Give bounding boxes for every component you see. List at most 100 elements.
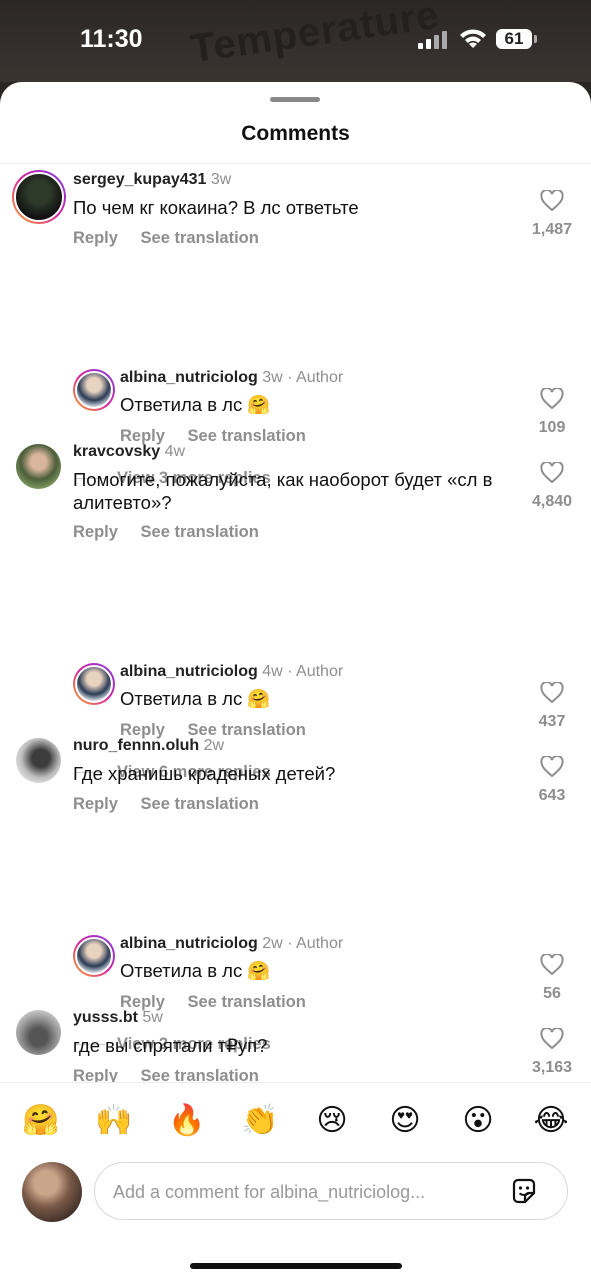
- like-button[interactable]: 3,163: [522, 1028, 582, 1077]
- heart-icon: [540, 756, 564, 778]
- comment-header: nuro_fennn.oluh 2w: [73, 737, 224, 755]
- comment-time: 4w: [164, 443, 186, 460]
- status-time: 11:30: [80, 25, 143, 53]
- reply-meta: 4w · Author: [262, 663, 344, 680]
- reply-meta: 2w · Author: [262, 935, 344, 952]
- like-button[interactable]: 109: [522, 388, 582, 437]
- see-translation-button[interactable]: See translation: [141, 523, 259, 541]
- like-count: 4,840: [531, 493, 573, 510]
- username[interactable]: albina_nutriciolog: [120, 369, 258, 386]
- reply-button[interactable]: Reply: [73, 795, 118, 813]
- avatar[interactable]: [16, 738, 61, 783]
- comment-actions: Reply See translation: [73, 229, 277, 248]
- reply-text-content: Ответила в лс: [120, 960, 243, 981]
- comment-text: Помогите, пожалуйста, как наоборот будет…: [73, 469, 493, 513]
- avatar[interactable]: [16, 1010, 61, 1055]
- like-count: 643: [538, 787, 566, 804]
- signal-icon: [418, 31, 450, 49]
- crying-face-emoji-button[interactable]: 😢: [314, 1103, 350, 1139]
- sheet-title: Comments: [241, 122, 350, 145]
- clapping-hands-emoji-button[interactable]: 👏: [241, 1103, 278, 1139]
- comment-time: 3w: [210, 171, 232, 188]
- comment-input[interactable]: [111, 1163, 495, 1221]
- reply-text-content: Ответила в лс: [120, 394, 243, 415]
- username[interactable]: sergey_kupay431: [73, 171, 206, 188]
- like-button[interactable]: 437: [522, 682, 582, 731]
- heart-icon: [540, 388, 564, 410]
- heart-eyes-emoji-button[interactable]: 😍: [387, 1103, 423, 1139]
- reply-meta: 3w · Author: [262, 369, 344, 386]
- avatar[interactable]: [22, 1162, 82, 1222]
- comment-text: По чем кг кокаина? В лс ответьте: [73, 197, 359, 218]
- reply-header: albina_nutriciolog 3w · Author: [120, 369, 343, 387]
- emoji-reaction-bar: 🤗 🙌 🔥 👏 😢 😍 😮 😂: [0, 1082, 591, 1163]
- comment-text: Где хранишь краденых детей?: [73, 763, 336, 784]
- reply-text-content: Ответила в лс: [120, 688, 243, 709]
- username[interactable]: albina_nutriciolog: [120, 935, 258, 952]
- username[interactable]: kravcovsky: [73, 443, 160, 460]
- reply-header: albina_nutriciolog 2w · Author: [120, 935, 343, 953]
- avatar[interactable]: [16, 444, 61, 489]
- comment-header: kravcovsky 4w: [73, 443, 185, 461]
- comments-list[interactable]: sergey_kupay431 3w По чем кг кокаина? В …: [0, 164, 591, 1082]
- see-translation-button[interactable]: See translation: [141, 1067, 259, 1082]
- hugging-face-emoji-button[interactable]: 🤗: [22, 1103, 59, 1139]
- fire-emoji-button[interactable]: 🔥: [168, 1103, 205, 1139]
- comment-input-wrapper: [94, 1162, 568, 1221]
- reply-button[interactable]: Reply: [73, 1067, 118, 1082]
- reply-button[interactable]: Reply: [73, 523, 118, 541]
- comment-actions: Reply See translation: [73, 523, 277, 542]
- heart-icon: [540, 954, 564, 976]
- reply-text: Ответила в лс 🤗: [120, 393, 270, 416]
- like-count: 1,487: [531, 221, 573, 238]
- username[interactable]: yusss.bt: [73, 1009, 138, 1026]
- comment-actions: Reply See translation: [73, 795, 277, 814]
- reply-button[interactable]: Reply: [73, 229, 118, 247]
- reply-header: albina_nutriciolog 4w · Author: [120, 663, 343, 681]
- comment-header: yusss.bt 5w: [73, 1009, 163, 1027]
- see-translation-button[interactable]: See translation: [188, 427, 306, 445]
- raising-hands-emoji-button[interactable]: 🙌: [95, 1103, 132, 1139]
- comment-text: где вы спрятали т₽уп?: [73, 1035, 268, 1056]
- sticker-icon[interactable]: [509, 1176, 539, 1206]
- hugging-face-emoji: 🤗: [247, 688, 271, 709]
- avatar[interactable]: [73, 369, 115, 411]
- battery-tip: [534, 35, 537, 43]
- heart-icon: [540, 1028, 564, 1050]
- like-button[interactable]: 1,487: [522, 190, 582, 239]
- background-video-text: Temperature: [188, 0, 443, 72]
- like-button[interactable]: 643: [522, 756, 582, 805]
- tears-of-joy-emoji-button[interactable]: 😂: [533, 1103, 569, 1139]
- heart-icon: [540, 190, 564, 212]
- like-count: 3,163: [531, 1059, 573, 1076]
- comment-header: sergey_kupay431 3w: [73, 171, 231, 189]
- see-translation-button[interactable]: See translation: [141, 229, 259, 247]
- home-indicator[interactable]: [190, 1263, 402, 1269]
- comment-time: 5w: [142, 1009, 163, 1026]
- like-button[interactable]: 56: [522, 954, 582, 1003]
- avatar[interactable]: [73, 935, 115, 977]
- comment-actions: Reply See translation: [73, 1067, 277, 1082]
- wifi-icon: [460, 29, 486, 48]
- like-count: 437: [538, 713, 566, 730]
- username[interactable]: albina_nutriciolog: [120, 663, 258, 680]
- hugging-face-emoji: 🤗: [247, 960, 271, 981]
- like-button[interactable]: 4,840: [522, 462, 582, 511]
- username[interactable]: nuro_fennn.oluh: [73, 737, 199, 754]
- avatar[interactable]: [12, 170, 66, 224]
- heart-icon: [540, 462, 564, 484]
- reply-text: Ответила в лс 🤗: [120, 687, 270, 710]
- like-count: 56: [543, 985, 561, 1002]
- comment-time: 2w: [203, 737, 225, 754]
- surprised-face-emoji-button[interactable]: 😮: [460, 1103, 496, 1139]
- hugging-face-emoji: 🤗: [247, 394, 271, 415]
- like-count: 109: [538, 419, 566, 436]
- status-bar: Temperature 11:30 61: [0, 0, 591, 82]
- avatar[interactable]: [73, 663, 115, 705]
- heart-icon: [540, 682, 564, 704]
- sheet-grabber[interactable]: [270, 97, 320, 102]
- battery-icon: 61: [496, 29, 532, 49]
- see-translation-button[interactable]: See translation: [141, 795, 259, 813]
- see-translation-button[interactable]: See translation: [188, 993, 306, 1011]
- reply-text: Ответила в лс 🤗: [120, 959, 270, 982]
